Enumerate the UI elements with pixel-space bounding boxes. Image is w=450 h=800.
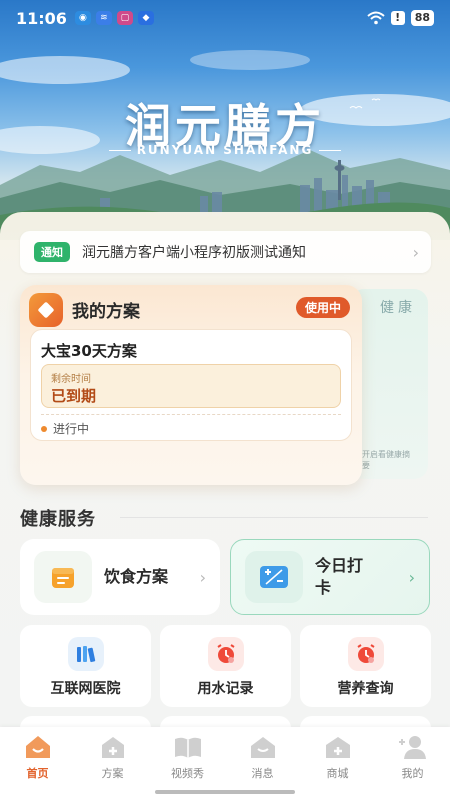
internet-hospital-label: 互联网医院 <box>50 681 121 697</box>
chevron-right-icon: › <box>408 567 415 587</box>
chevron-right-icon: › <box>412 242 419 262</box>
plan-card-title: 我的方案 <box>72 302 140 322</box>
tab-label: 商城 <box>326 767 349 780</box>
diamond-app-icon: ◆ <box>137 11 154 25</box>
books-icon <box>67 637 104 671</box>
status-bar: 11:06 ◉ ≋ ▢ ◆ ! 88 <box>0 0 450 36</box>
hero-banner: 润元膳方 RUNYUAN SHANFANG <box>0 0 450 240</box>
internet-hospital-button[interactable]: 互联网医院 <box>20 625 151 707</box>
gallery-app-icon: ▢ <box>116 11 133 25</box>
tab-label: 我的 <box>401 767 424 780</box>
remaining-time-value: 已到期 <box>51 387 97 405</box>
nutrition-query-label: 营养查询 <box>337 681 394 697</box>
daily-checkin-label: 今日打 卡 <box>315 556 364 597</box>
my-plan-card[interactable]: 我的方案 使用中 大宝30天方案 剩余时间 已到期 进行中 <box>20 285 362 485</box>
status-dot-icon <box>41 425 47 432</box>
battery-indicator: 88 <box>410 10 434 26</box>
remaining-time-box: 剩余时间 已到期 <box>41 364 341 408</box>
plan-status-text: 进行中 <box>53 422 90 436</box>
health-card-desc: 开启看健康摘要 <box>362 450 410 470</box>
plan-detail[interactable]: 大宝30天方案 剩余时间 已到期 进行中 <box>30 329 352 441</box>
status-time: 11:06 <box>16 8 67 28</box>
browser-app-icon: ◉ <box>74 11 91 25</box>
remaining-time-label: 剩余时间 <box>51 374 91 385</box>
alarm-clock-icon <box>347 637 384 671</box>
plan-icon <box>101 737 124 758</box>
tab-home[interactable]: 首页 <box>0 727 75 800</box>
tab-label: 消息 <box>251 767 274 780</box>
plan-diamond-icon <box>29 293 63 327</box>
plan-divider <box>41 414 341 415</box>
health-services-title: 健康服务 <box>20 509 96 530</box>
app-logo-subtitle: RUNYUAN SHANFANG <box>0 143 450 157</box>
home-indicator <box>155 790 295 794</box>
alert-icon: ! <box>390 11 405 25</box>
tab-mall[interactable]: 商城 <box>300 727 375 800</box>
nutrition-query-button[interactable]: 营养查询 <box>300 625 431 707</box>
tab-label: 视频秀 <box>171 767 204 780</box>
notice-tag: 通知 <box>34 242 70 262</box>
plus-minus-icon <box>245 551 303 603</box>
alarm-clock-icon <box>207 637 244 671</box>
health-card-title: 健康 <box>380 300 416 316</box>
message-icon <box>250 737 275 758</box>
notice-text: 润元膳方客户端小程序初版测试通知 <box>82 245 306 261</box>
plan-name: 大宝30天方案 <box>41 342 137 360</box>
water-record-button[interactable]: 用水记录 <box>160 625 291 707</box>
water-record-label: 用水记录 <box>197 681 254 697</box>
tab-plan[interactable]: 方案 <box>75 727 150 800</box>
wifi-app-icon: ≋ <box>95 11 112 25</box>
notice-bar[interactable]: 通知 润元膳方客户端小程序初版测试通知 › <box>20 231 431 273</box>
wifi-icon <box>367 11 385 25</box>
plan-progress-status: 进行中 <box>41 420 89 437</box>
tab-label: 首页 <box>26 767 49 780</box>
video-book-icon <box>174 737 201 758</box>
section-divider <box>120 517 428 518</box>
home-icon <box>25 736 50 758</box>
mall-icon <box>325 737 350 758</box>
chevron-right-icon: › <box>199 567 206 587</box>
profile-icon <box>398 736 426 759</box>
tab-label: 方案 <box>101 767 124 780</box>
notepad-icon <box>34 551 92 603</box>
diet-plan-label: 饮食方案 <box>104 567 169 586</box>
daily-checkin-button[interactable]: 今日打 卡 › <box>230 539 430 615</box>
diet-plan-button[interactable]: 饮食方案 › <box>20 539 220 615</box>
plan-status-badge: 使用中 <box>295 297 350 318</box>
tab-profile[interactable]: 我的 <box>375 727 450 800</box>
